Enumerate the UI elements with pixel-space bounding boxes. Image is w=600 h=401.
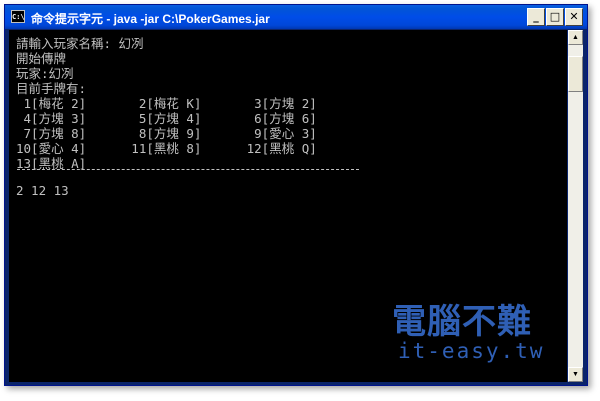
watermark-url: it-easy.tw bbox=[398, 339, 545, 363]
hand-row: 7[方塊 8] 8[方塊 9] 9[愛心 3] bbox=[16, 126, 317, 141]
maximize-button[interactable]: □ bbox=[546, 8, 564, 26]
watermark-logo: 電腦不難 it-easy.tw bbox=[392, 304, 544, 362]
command-prompt-icon[interactable]: C:\ bbox=[11, 10, 25, 23]
hand-header: 目前手牌有: bbox=[16, 81, 87, 96]
close-button[interactable]: ✕ bbox=[565, 8, 583, 26]
scroll-thumb[interactable] bbox=[568, 56, 583, 92]
hand-row: 10[愛心 4] 11[黑桃 8] 12[黑桃 Q] bbox=[16, 141, 317, 156]
user-input-line: 2 12 13 bbox=[16, 183, 69, 198]
player-label: 玩家:幻冽 bbox=[16, 66, 74, 81]
scroll-up-button[interactable]: ▲ bbox=[568, 30, 583, 45]
separator-line bbox=[17, 169, 359, 171]
title-bar[interactable]: C:\ 命令提示字元 - java -jar C:\PokerGames.jar… bbox=[5, 5, 587, 29]
status-dealing: 開始傳牌 bbox=[16, 51, 67, 66]
hand-row: 4[方塊 3] 5[方塊 4] 6[方塊 6] bbox=[16, 111, 317, 126]
scroll-down-button[interactable]: ▼ bbox=[568, 367, 583, 382]
window-title: 命令提示字元 - java -jar C:\PokerGames.jar bbox=[31, 12, 270, 26]
minimize-button[interactable]: _ bbox=[527, 8, 545, 26]
hand-row: 1[梅花 2] 2[梅花 K] 3[方塊 2] bbox=[16, 96, 317, 111]
vertical-scrollbar[interactable]: ▲ ▼ bbox=[568, 30, 583, 382]
watermark-chinese: 電腦不難 bbox=[392, 302, 532, 342]
prompt-player-name: 請輸入玩家名稱: 幻冽 bbox=[16, 36, 144, 51]
